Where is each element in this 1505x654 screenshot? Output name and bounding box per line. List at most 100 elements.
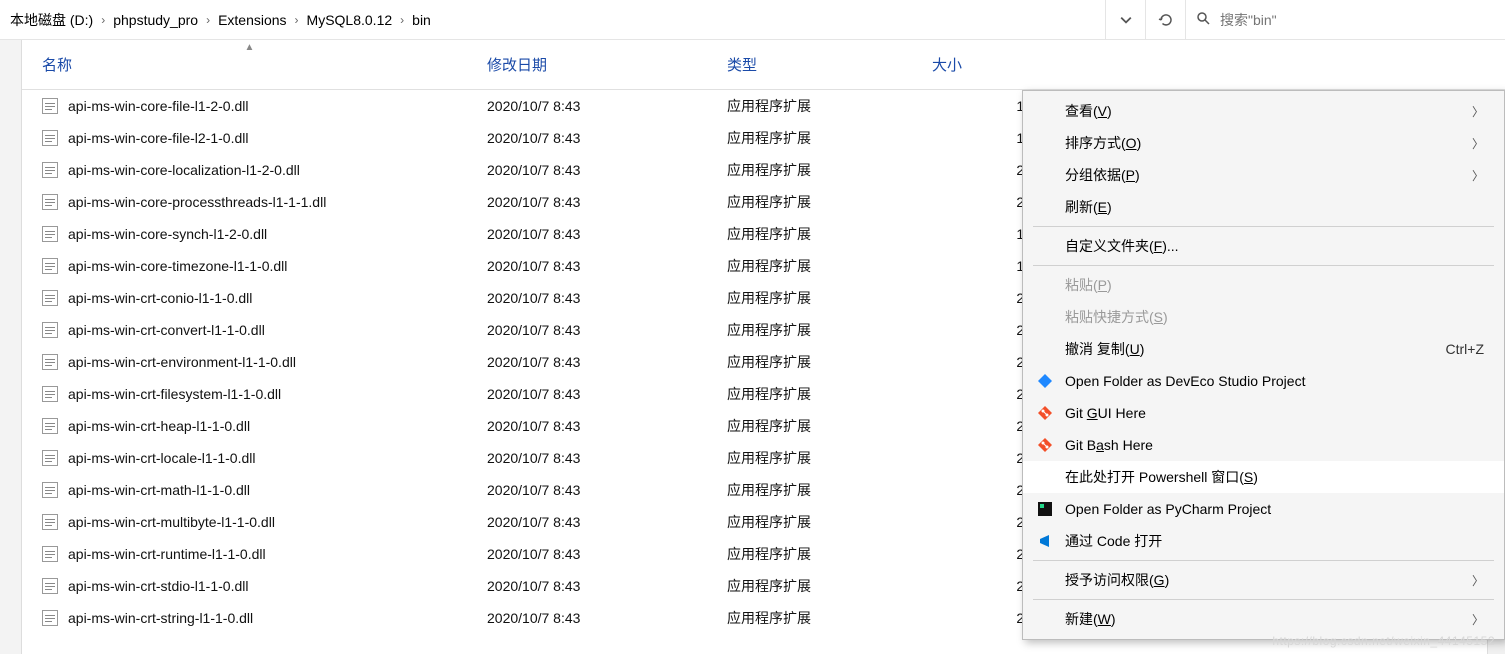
file-date: 2020/10/7 8:43: [467, 386, 707, 402]
nav-pane-edge[interactable]: [0, 40, 22, 654]
menu-item-view[interactable]: 查看(V)〉: [1023, 95, 1504, 127]
column-header-date[interactable]: 修改日期: [467, 40, 707, 89]
dll-file-icon: [42, 450, 58, 466]
file-type: 应用程序扩展: [707, 288, 912, 308]
column-header-size[interactable]: 大小: [912, 40, 1062, 89]
file-name: api-ms-win-core-localization-l1-2-0.dll: [68, 162, 300, 178]
file-name: api-ms-win-crt-string-l1-1-0.dll: [68, 610, 253, 626]
file-type: 应用程序扩展: [707, 160, 912, 180]
menu-label: 新建(W): [1065, 609, 1472, 629]
file-name: api-ms-win-core-file-l2-1-0.dll: [68, 130, 248, 146]
dll-file-icon: [42, 386, 58, 402]
refresh-button[interactable]: [1145, 0, 1185, 40]
file-type: 应用程序扩展: [707, 512, 912, 532]
menu-item-refresh[interactable]: 刷新(E): [1023, 191, 1504, 223]
refresh-icon: [1158, 12, 1174, 28]
file-date: 2020/10/7 8:43: [467, 258, 707, 274]
file-type: 应用程序扩展: [707, 384, 912, 404]
file-type: 应用程序扩展: [707, 96, 912, 116]
menu-item-pycharm[interactable]: Open Folder as PyCharm Project: [1023, 493, 1504, 525]
menu-item-paste: 粘贴(P): [1023, 269, 1504, 301]
file-name: api-ms-win-crt-runtime-l1-1-0.dll: [68, 546, 266, 562]
breadcrumb-item[interactable]: Extensions: [212, 4, 292, 36]
chevron-right-icon: ›: [99, 13, 107, 27]
menu-label: Git GUI Here: [1065, 405, 1484, 421]
menu-label: 分组依据(P): [1065, 165, 1472, 185]
address-bar: 本地磁盘 (D:)›phpstudy_pro›Extensions›MySQL8…: [0, 0, 1505, 40]
menu-item-undo[interactable]: 撤消 复制(U)Ctrl+Z: [1023, 333, 1504, 365]
column-header-type[interactable]: 类型: [707, 40, 912, 89]
file-type: 应用程序扩展: [707, 256, 912, 276]
file-date: 2020/10/7 8:43: [467, 226, 707, 242]
pycharm-icon: [1033, 501, 1057, 517]
breadcrumb-item[interactable]: phpstudy_pro: [107, 4, 204, 36]
file-type: 应用程序扩展: [707, 544, 912, 564]
breadcrumb[interactable]: 本地磁盘 (D:)›phpstudy_pro›Extensions›MySQL8…: [0, 2, 1105, 38]
dll-file-icon: [42, 258, 58, 274]
dll-file-icon: [42, 578, 58, 594]
menu-separator: [1033, 599, 1494, 600]
breadcrumb-item[interactable]: 本地磁盘 (D:): [4, 2, 99, 38]
menu-item-git_bash[interactable]: Git Bash Here: [1023, 429, 1504, 461]
dll-file-icon: [42, 98, 58, 114]
menu-label: 粘贴快捷方式(S): [1065, 307, 1484, 327]
file-date: 2020/10/7 8:43: [467, 98, 707, 114]
menu-label: 自定义文件夹(F)...: [1065, 236, 1484, 256]
chevron-right-icon: 〉: [1472, 611, 1484, 628]
search-input[interactable]: [1220, 12, 1495, 28]
menu-item-git_gui[interactable]: Git GUI Here: [1023, 397, 1504, 429]
menu-item-group[interactable]: 分组依据(P)〉: [1023, 159, 1504, 191]
menu-shortcut: Ctrl+Z: [1446, 341, 1485, 357]
breadcrumb-item[interactable]: bin: [406, 4, 437, 36]
menu-item-deveco[interactable]: Open Folder as DevEco Studio Project: [1023, 365, 1504, 397]
menu-label: 粘贴(P): [1065, 275, 1484, 295]
column-header-name[interactable]: 名称 ▲: [22, 40, 467, 89]
file-type: 应用程序扩展: [707, 608, 912, 628]
dll-file-icon: [42, 418, 58, 434]
dll-file-icon: [42, 194, 58, 210]
file-type: 应用程序扩展: [707, 192, 912, 212]
file-type: 应用程序扩展: [707, 352, 912, 372]
file-name: api-ms-win-crt-convert-l1-1-0.dll: [68, 322, 265, 338]
file-date: 2020/10/7 8:43: [467, 194, 707, 210]
sort-asc-icon: ▲: [245, 42, 255, 53]
dll-file-icon: [42, 514, 58, 530]
chevron-right-icon: ›: [204, 13, 212, 27]
dll-file-icon: [42, 610, 58, 626]
menu-separator: [1033, 560, 1494, 561]
file-type: 应用程序扩展: [707, 448, 912, 468]
menu-item-new[interactable]: 新建(W)〉: [1023, 603, 1504, 635]
file-name: api-ms-win-crt-environment-l1-1-0.dll: [68, 354, 296, 370]
menu-item-code[interactable]: 通过 Code 打开: [1023, 525, 1504, 557]
file-name: api-ms-win-crt-multibyte-l1-1-0.dll: [68, 514, 275, 530]
code-icon: [1033, 533, 1057, 549]
menu-item-sort[interactable]: 排序方式(O)〉: [1023, 127, 1504, 159]
chevron-right-icon: 〉: [1472, 572, 1484, 589]
file-date: 2020/10/7 8:43: [467, 354, 707, 370]
file-name: api-ms-win-core-file-l1-2-0.dll: [68, 98, 248, 114]
menu-label: 授予访问权限(G): [1065, 570, 1472, 590]
menu-item-customize[interactable]: 自定义文件夹(F)...: [1023, 230, 1504, 262]
search-box[interactable]: [1185, 0, 1505, 40]
file-date: 2020/10/7 8:43: [467, 418, 707, 434]
chevron-down-icon: [1120, 14, 1132, 26]
chevron-right-icon: 〉: [1472, 135, 1484, 152]
dll-file-icon: [42, 290, 58, 306]
file-name: api-ms-win-crt-conio-l1-1-0.dll: [68, 290, 252, 306]
menu-item-access[interactable]: 授予访问权限(G)〉: [1023, 564, 1504, 596]
chevron-right-icon: 〉: [1472, 103, 1484, 120]
dll-file-icon: [42, 354, 58, 370]
menu-separator: [1033, 265, 1494, 266]
chevron-right-icon: 〉: [1472, 167, 1484, 184]
menu-item-powershell[interactable]: 在此处打开 Powershell 窗口(S): [1023, 461, 1504, 493]
file-type: 应用程序扩展: [707, 480, 912, 500]
breadcrumb-dropdown-button[interactable]: [1105, 0, 1145, 40]
file-type: 应用程序扩展: [707, 576, 912, 596]
git-icon: [1033, 437, 1057, 453]
file-name: api-ms-win-core-timezone-l1-1-0.dll: [68, 258, 287, 274]
breadcrumb-item[interactable]: MySQL8.0.12: [301, 4, 399, 36]
file-name: api-ms-win-crt-locale-l1-1-0.dll: [68, 450, 255, 466]
file-name: api-ms-win-crt-stdio-l1-1-0.dll: [68, 578, 248, 594]
column-headers: 名称 ▲ 修改日期 类型 大小: [22, 40, 1505, 90]
file-date: 2020/10/7 8:43: [467, 610, 707, 626]
